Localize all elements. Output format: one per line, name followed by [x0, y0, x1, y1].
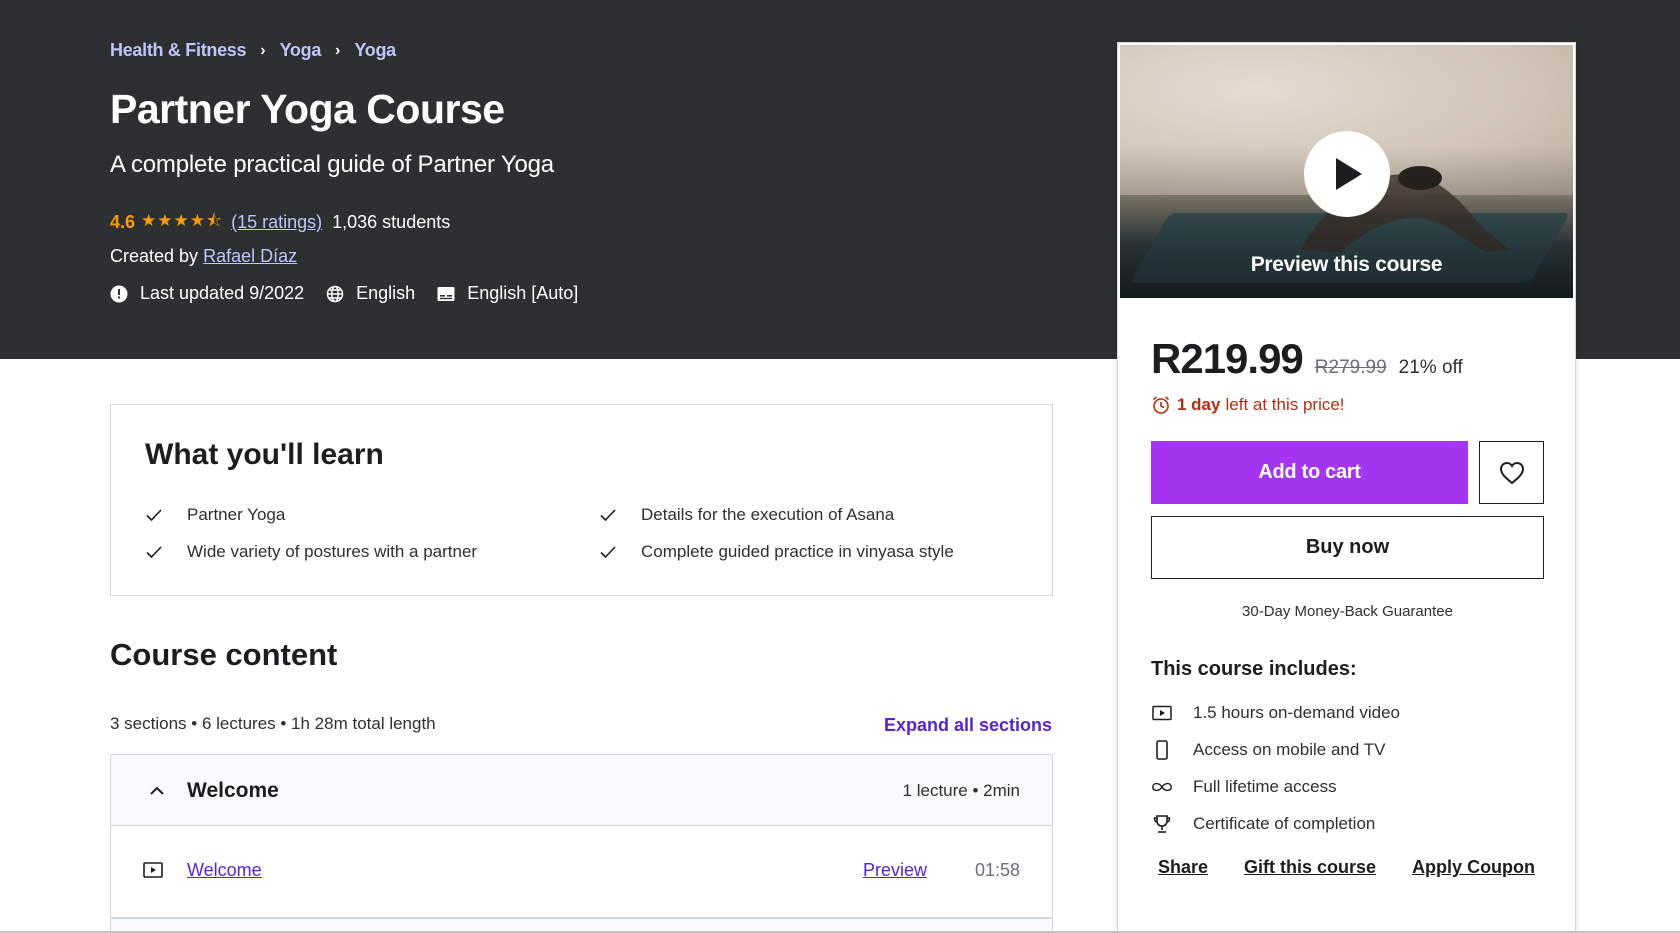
check-icon	[600, 509, 616, 522]
language-text: English	[356, 283, 416, 303]
ratings-count-link[interactable]: (15 ratings)	[231, 212, 322, 233]
includes-title: This course includes:	[1151, 658, 1357, 680]
learn-item: Complete guided practice in vinyasa styl…	[599, 542, 954, 562]
course-subtitle: A complete practical guide of Partner Yo…	[110, 151, 554, 178]
apply-coupon-button[interactable]: Apply Coupon	[1412, 857, 1535, 878]
includes-item: Certificate of completion	[1151, 814, 1375, 834]
video-icon	[1152, 705, 1172, 720]
student-count: 1,036 students	[332, 212, 451, 232]
money-back-guarantee: 30-Day Money-Back Guarantee	[1242, 603, 1453, 620]
section-info: 1 lecture • 2min	[902, 781, 1020, 800]
breadcrumb-link-health-fitness[interactable]: Health & Fitness	[110, 40, 247, 61]
rating-value: 4.6	[110, 212, 136, 232]
mobile-icon	[1156, 740, 1168, 760]
play-icon	[1336, 158, 1362, 190]
chevron-right-icon: ›	[260, 41, 266, 59]
captions-icon	[437, 286, 455, 301]
rating-row: 4.6 ★★★★⯪ (15 ratings) 1,036 students	[110, 208, 450, 237]
last-updated-text: Last updated 9/2022	[140, 283, 305, 303]
discount-percent: 21% off	[1398, 357, 1463, 378]
course-captions: English [Auto]	[437, 283, 578, 304]
learn-item-text: Details for the execution of Asana	[641, 505, 895, 524]
wishlist-button[interactable]	[1479, 441, 1544, 504]
section-title: Welcome	[187, 779, 279, 802]
check-icon	[146, 546, 162, 559]
card-links: Share Gift this course Apply Coupon	[1158, 857, 1571, 878]
course-title: Partner Yoga Course	[110, 86, 505, 132]
includes-item-text: Certificate of completion	[1193, 814, 1376, 833]
heart-icon	[1499, 461, 1524, 484]
learn-item-text: Partner Yoga	[187, 505, 286, 524]
star-rating-icon: ★★★★⯪	[141, 211, 224, 230]
check-icon	[146, 509, 162, 522]
breadcrumb: Health & Fitness › Yoga › Yoga	[110, 40, 396, 61]
gift-course-button[interactable]: Gift this course	[1244, 857, 1376, 878]
course-language: English	[326, 283, 415, 304]
trophy-icon	[1153, 815, 1171, 833]
lecture-link[interactable]: Welcome	[187, 860, 262, 881]
original-price: R279.99	[1314, 357, 1387, 378]
captions-text: English [Auto]	[467, 283, 579, 303]
includes-item-text: 1.5 hours on-demand video	[1193, 703, 1400, 722]
breadcrumb-link-yoga-topic[interactable]: Yoga	[354, 40, 396, 61]
learn-item: Wide variety of postures with a partner	[145, 542, 477, 562]
includes-item-text: Full lifetime access	[1193, 777, 1337, 796]
expand-all-sections-button[interactable]: Expand all sections	[884, 715, 1052, 736]
deadline-text: left at this price!	[1225, 395, 1345, 414]
share-button[interactable]: Share	[1158, 857, 1208, 878]
price-deadline: 1 day left at this price!	[1151, 395, 1345, 415]
current-price: R219.99	[1151, 335, 1304, 382]
preview-label: Preview this course	[1250, 253, 1443, 276]
created-by-label: Created by	[110, 246, 199, 266]
includes-item: 1.5 hours on-demand video	[1151, 703, 1400, 723]
deadline-days: 1 day	[1177, 395, 1221, 414]
purchase-card: Preview this course R219.99 R279.99 21% …	[1117, 42, 1576, 933]
section-header-welcome[interactable]: Welcome 1 lecture • 2min	[110, 754, 1053, 826]
lecture-preview-link[interactable]: Preview	[863, 860, 927, 881]
last-updated: Last updated 9/2022	[110, 283, 304, 304]
course-meta: Last updated 9/2022 English English [Aut…	[110, 283, 600, 304]
add-to-cart-button[interactable]: Add to cart	[1151, 441, 1468, 504]
video-icon	[143, 862, 163, 878]
chevron-up-icon	[150, 786, 164, 795]
what-youll-learn: What you'll learn Partner Yoga Details f…	[110, 404, 1053, 596]
alarm-clock-icon	[1152, 396, 1170, 414]
alert-badge-icon	[110, 285, 128, 302]
learn-title: What you'll learn	[145, 438, 384, 471]
breadcrumb-link-yoga[interactable]: Yoga	[280, 40, 322, 61]
lecture-row: Welcome Preview 01:58	[110, 826, 1053, 918]
learn-item-text: Complete guided practice in vinyasa styl…	[641, 542, 954, 561]
course-content-summary: 3 sections • 6 lectures • 1h 28m total l…	[110, 714, 436, 733]
learn-item: Partner Yoga	[145, 505, 285, 525]
infinity-icon	[1152, 782, 1172, 792]
lecture-duration: 01:58	[974, 860, 1020, 880]
includes-item: Full lifetime access	[1151, 777, 1337, 797]
chevron-right-icon: ›	[335, 41, 341, 59]
price-row: R219.99 R279.99 21% off	[1151, 335, 1463, 383]
includes-item-text: Access on mobile and TV	[1193, 740, 1386, 759]
course-preview-video[interactable]: Preview this course	[1120, 45, 1573, 298]
buy-now-button[interactable]: Buy now	[1151, 516, 1544, 579]
play-button[interactable]	[1304, 131, 1390, 217]
learn-item: Details for the execution of Asana	[599, 505, 894, 525]
course-content-title: Course content	[110, 637, 338, 672]
instructor-link[interactable]: Rafael Díaz	[203, 246, 297, 266]
check-icon	[600, 546, 616, 559]
globe-icon	[326, 285, 344, 302]
includes-item: Access on mobile and TV	[1151, 740, 1385, 760]
learn-item-text: Wide variety of postures with a partner	[187, 542, 478, 561]
created-by: Created by Rafael Díaz	[110, 246, 297, 267]
